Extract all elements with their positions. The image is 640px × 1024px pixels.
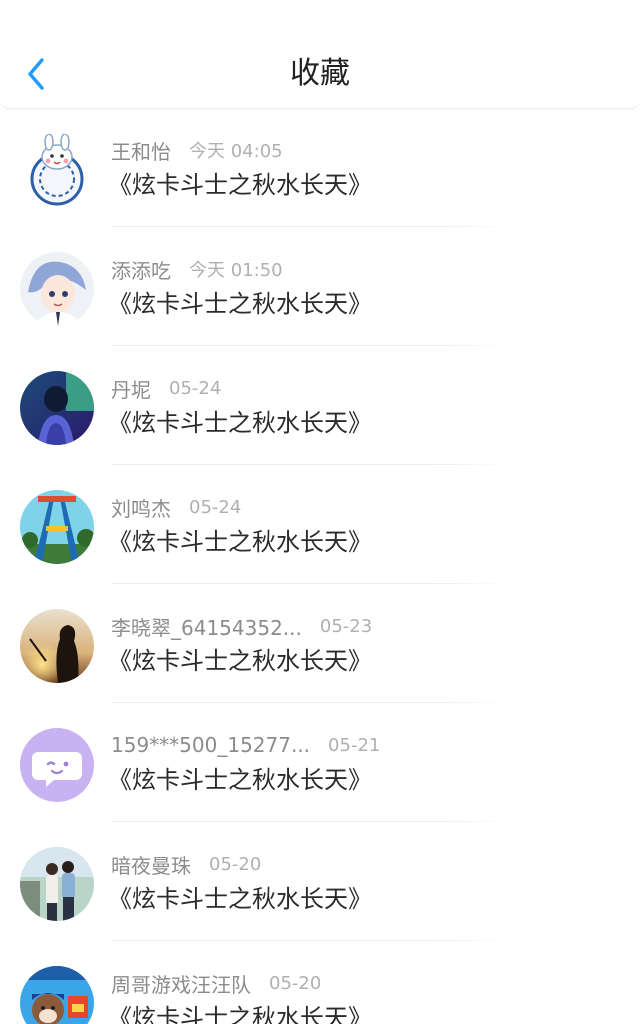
- amusement-ride-avatar: [20, 490, 94, 564]
- list-item[interactable]: 添添吃 今天 01:50 《炫卡斗士之秋水长天》: [0, 227, 640, 346]
- user-name[interactable]: 李晓翠_64154352...: [111, 612, 302, 641]
- item-meta: 159***500_15277... 05-21: [111, 731, 380, 759]
- sunset-silhouette-avatar: [20, 609, 94, 683]
- list-item[interactable]: 周哥游戏汪汪队 05-20 《炫卡斗士之秋水长天》: [0, 941, 640, 1024]
- content-title[interactable]: 《炫卡斗士之秋水长天》: [108, 526, 372, 558]
- anime-boy-avatar: [20, 252, 94, 326]
- timestamp: 05-21: [328, 734, 381, 756]
- avatar[interactable]: [20, 966, 94, 1024]
- list-item[interactable]: 159***500_15277... 05-21 《炫卡斗士之秋水长天》: [0, 703, 640, 822]
- item-meta: 添添吃 今天 01:50: [111, 255, 283, 283]
- avatar[interactable]: [20, 728, 94, 802]
- avatar[interactable]: [20, 371, 94, 445]
- content-title[interactable]: 《炫卡斗士之秋水长天》: [108, 645, 372, 677]
- user-name[interactable]: 暗夜曼珠: [111, 850, 191, 879]
- item-meta: 周哥游戏汪汪队 05-20: [111, 969, 321, 997]
- favorites-page: 收藏 王和怡 今天 04:05 《炫卡斗士之秋水长天》 添添吃 今天 01:50…: [0, 0, 640, 1024]
- timestamp: 05-24: [169, 377, 222, 399]
- paw-patrol-avatar: [20, 966, 94, 1024]
- user-name[interactable]: 王和怡: [111, 136, 171, 165]
- user-name[interactable]: 周哥游戏汪汪队: [111, 969, 251, 998]
- list-item[interactable]: 李晓翠_64154352... 05-23 《炫卡斗士之秋水长天》: [0, 584, 640, 703]
- timestamp: 05-24: [189, 496, 242, 518]
- content-title[interactable]: 《炫卡斗士之秋水长天》: [108, 883, 372, 915]
- list-item[interactable]: 王和怡 今天 04:05 《炫卡斗士之秋水长天》: [0, 108, 640, 227]
- avatar[interactable]: [20, 133, 94, 207]
- chat-bubble-avatar: [20, 728, 94, 802]
- night-girl-avatar: [20, 371, 94, 445]
- timestamp: 今天 04:05: [189, 141, 283, 162]
- list-item[interactable]: 刘鸣杰 05-24 《炫卡斗士之秋水长天》: [0, 465, 640, 584]
- avatar[interactable]: [20, 252, 94, 326]
- item-meta: 王和怡 今天 04:05: [111, 136, 283, 164]
- avatar[interactable]: [20, 490, 94, 564]
- user-name[interactable]: 添添吃: [111, 255, 171, 284]
- avatar[interactable]: [20, 847, 94, 921]
- top-bar: 收藏: [0, 0, 640, 109]
- timestamp: 今天 01:50: [189, 260, 283, 281]
- rabbit-porcelain-avatar: [20, 133, 94, 207]
- user-name[interactable]: 159***500_15277...: [111, 733, 310, 757]
- content-title[interactable]: 《炫卡斗士之秋水长天》: [108, 1002, 372, 1024]
- user-name[interactable]: 刘鸣杰: [111, 493, 171, 522]
- list-item[interactable]: 丹坭 05-24 《炫卡斗士之秋水长天》: [0, 346, 640, 465]
- timestamp: 05-23: [319, 615, 373, 637]
- page-title: 收藏: [290, 56, 350, 91]
- list-item[interactable]: 暗夜曼珠 05-20 《炫卡斗士之秋水长天》: [0, 822, 640, 941]
- content-title[interactable]: 《炫卡斗士之秋水长天》: [108, 407, 372, 439]
- content-title[interactable]: 《炫卡斗士之秋水长天》: [108, 169, 372, 201]
- timestamp: 05-20: [269, 972, 322, 994]
- item-meta: 暗夜曼珠 05-20: [111, 850, 261, 878]
- avatar[interactable]: [20, 609, 94, 683]
- couple-photo-avatar: [20, 847, 94, 921]
- item-meta: 李晓翠_64154352... 05-23: [111, 612, 372, 640]
- content-title[interactable]: 《炫卡斗士之秋水长天》: [108, 764, 372, 796]
- user-name[interactable]: 丹坭: [111, 374, 151, 403]
- item-meta: 刘鸣杰 05-24: [111, 493, 241, 521]
- favorites-list: 王和怡 今天 04:05 《炫卡斗士之秋水长天》 添添吃 今天 01:50 《炫…: [0, 108, 640, 1024]
- timestamp: 05-20: [209, 853, 262, 875]
- item-meta: 丹坭 05-24: [111, 374, 221, 402]
- content-title[interactable]: 《炫卡斗士之秋水长天》: [108, 288, 372, 320]
